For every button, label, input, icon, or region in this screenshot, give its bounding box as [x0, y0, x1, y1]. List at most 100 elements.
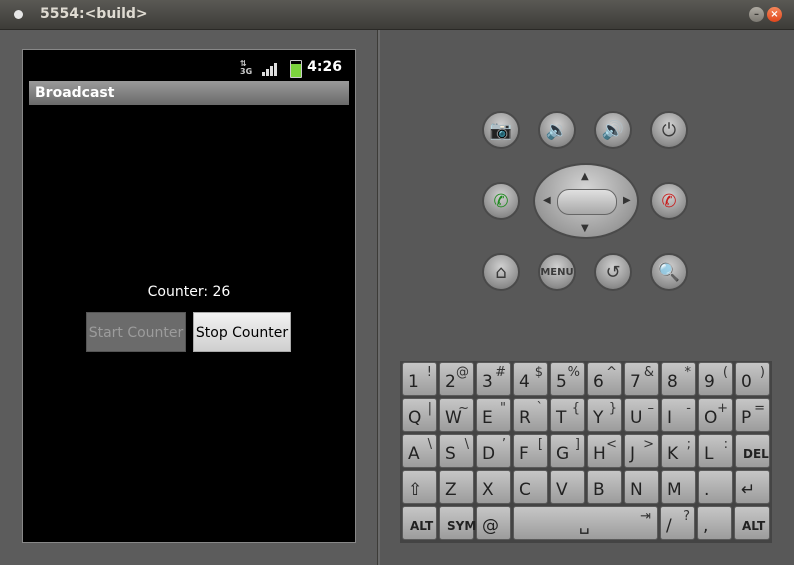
key-q[interactable]: Q | — [402, 398, 437, 432]
key-main-label: E — [482, 408, 493, 428]
dpad-up-icon[interactable]: ▲ — [581, 171, 589, 182]
key-enter[interactable]: ↵ — [735, 470, 770, 504]
key-g[interactable]: G] — [550, 434, 585, 468]
key-alt-label: ( — [722, 365, 728, 380]
stop-counter-button[interactable]: Stop Counter — [193, 312, 291, 352]
key-main-label: ↵ — [741, 480, 756, 500]
key-main-label: D — [482, 444, 496, 464]
alt-right-key[interactable]: ALT — [734, 506, 770, 540]
battery-icon — [290, 60, 302, 78]
key-v[interactable]: V — [550, 470, 585, 504]
counter-label: Counter: 26 — [147, 284, 231, 300]
key-alt-label: < — [606, 437, 617, 452]
comma-key[interactable]: , — [697, 506, 732, 540]
key-z[interactable]: Z — [439, 470, 474, 504]
back-icon[interactable]: ↺ — [594, 253, 632, 291]
key-k[interactable]: K; — [661, 434, 696, 468]
key-alt-label: { — [571, 401, 580, 416]
key-j[interactable]: J > — [624, 434, 659, 468]
key-d[interactable]: D’ — [476, 434, 511, 468]
end-call-icon[interactable]: ✆ — [650, 182, 688, 220]
slash-key[interactable]: / ? — [660, 506, 695, 540]
at-key[interactable]: @ — [476, 506, 511, 540]
key-del[interactable]: DEL — [735, 434, 770, 468]
close-icon[interactable]: × — [767, 7, 782, 22]
key-s[interactable]: S \ — [439, 434, 474, 468]
key-e[interactable]: E " — [476, 398, 511, 432]
key-main-label: T — [556, 408, 567, 428]
start-counter-button[interactable]: Start Counter — [86, 312, 186, 352]
key-0[interactable]: 0) — [735, 362, 770, 396]
key-main-label: DEL — [743, 447, 769, 461]
key-main-label: 7 — [630, 372, 641, 392]
key-o[interactable]: O + — [698, 398, 733, 432]
volume-down-icon[interactable]: 🔉 — [538, 111, 576, 149]
key-main-label: J — [630, 444, 636, 464]
key-alt-label: # — [495, 365, 506, 380]
key-n[interactable]: N — [624, 470, 659, 504]
key-1[interactable]: 1! — [402, 362, 437, 396]
key-alt-label: \ — [427, 437, 432, 452]
key-m[interactable]: M — [661, 470, 696, 504]
key-main-label: O — [704, 408, 718, 428]
key-f[interactable]: F[ — [513, 434, 548, 468]
key-shift[interactable]: ⇧ — [402, 470, 437, 504]
key-l[interactable]: L: — [698, 434, 733, 468]
key-period[interactable]: . — [698, 470, 733, 504]
power-icon[interactable]: ⏻ — [650, 111, 688, 149]
key-6[interactable]: 6 ^ — [587, 362, 622, 396]
sym-key[interactable]: SYM — [439, 506, 476, 540]
key-b[interactable]: B — [587, 470, 622, 504]
key-alt-label: ~ — [458, 401, 469, 416]
key-w[interactable]: W ~ — [439, 398, 474, 432]
dpad-down-icon[interactable]: ▼ — [581, 223, 589, 234]
search-icon[interactable]: 🔍 — [650, 253, 688, 291]
key-3[interactable]: 3 # — [476, 362, 511, 396]
key-main-label: A — [408, 444, 420, 464]
key-main-label: 9 — [704, 372, 715, 392]
camera-icon[interactable]: 📷 — [482, 111, 520, 149]
key-t[interactable]: T{ — [550, 398, 585, 432]
key-alt-label: + — [717, 401, 728, 416]
key-y[interactable]: Y} — [587, 398, 622, 432]
key-alt-label: & — [643, 365, 654, 380]
alt-left-key[interactable]: ALT — [402, 506, 437, 540]
minimize-icon[interactable]: – — [749, 7, 764, 22]
key-alt-label: % — [567, 365, 580, 380]
key-5[interactable]: 5% — [550, 362, 585, 396]
dpad[interactable]: ▲ ▼ ◀ ▶ — [533, 163, 639, 239]
key-alt-label: ` — [536, 401, 544, 416]
signal-icon — [262, 62, 280, 76]
volume-up-icon[interactable]: 🔊 — [594, 111, 632, 149]
key-p[interactable]: P = — [735, 398, 770, 432]
key-alt-label: ) — [759, 365, 765, 380]
key-alt-label: * — [684, 365, 692, 380]
key-h[interactable]: H < — [587, 434, 622, 468]
app-title: Broadcast — [35, 85, 115, 101]
key-alt-label: ^ — [606, 365, 617, 380]
dpad-right-icon[interactable]: ▶ — [623, 195, 631, 206]
window-menu-icon[interactable] — [14, 10, 23, 19]
key-i[interactable]: I- — [661, 398, 696, 432]
key-4[interactable]: 4 $ — [513, 362, 548, 396]
home-icon[interactable]: ⌂ — [482, 253, 520, 291]
key-u[interactable]: U – — [624, 398, 659, 432]
space-key[interactable]: ␣ ⇥ — [513, 506, 658, 540]
dpad-center-button[interactable] — [557, 189, 617, 215]
key-7[interactable]: 7 & — [624, 362, 659, 396]
key-a[interactable]: A \ — [402, 434, 437, 468]
window-titlebar: 5554:<build> – × — [0, 0, 794, 30]
key-r[interactable]: R ` — [513, 398, 548, 432]
menu-button[interactable]: MENU — [538, 253, 576, 291]
key-2[interactable]: 2 @ — [439, 362, 474, 396]
call-icon[interactable]: ✆ — [482, 182, 520, 220]
key-alt-label: - — [686, 401, 691, 416]
key-main-label: N — [630, 480, 643, 500]
key-x[interactable]: X — [476, 470, 511, 504]
key-9[interactable]: 9( — [698, 362, 733, 396]
key-alt-label: ; — [686, 437, 691, 452]
dpad-left-icon[interactable]: ◀ — [543, 195, 551, 206]
key-main-label: G — [556, 444, 570, 464]
key-8[interactable]: 8 * — [661, 362, 696, 396]
key-c[interactable]: C — [513, 470, 548, 504]
